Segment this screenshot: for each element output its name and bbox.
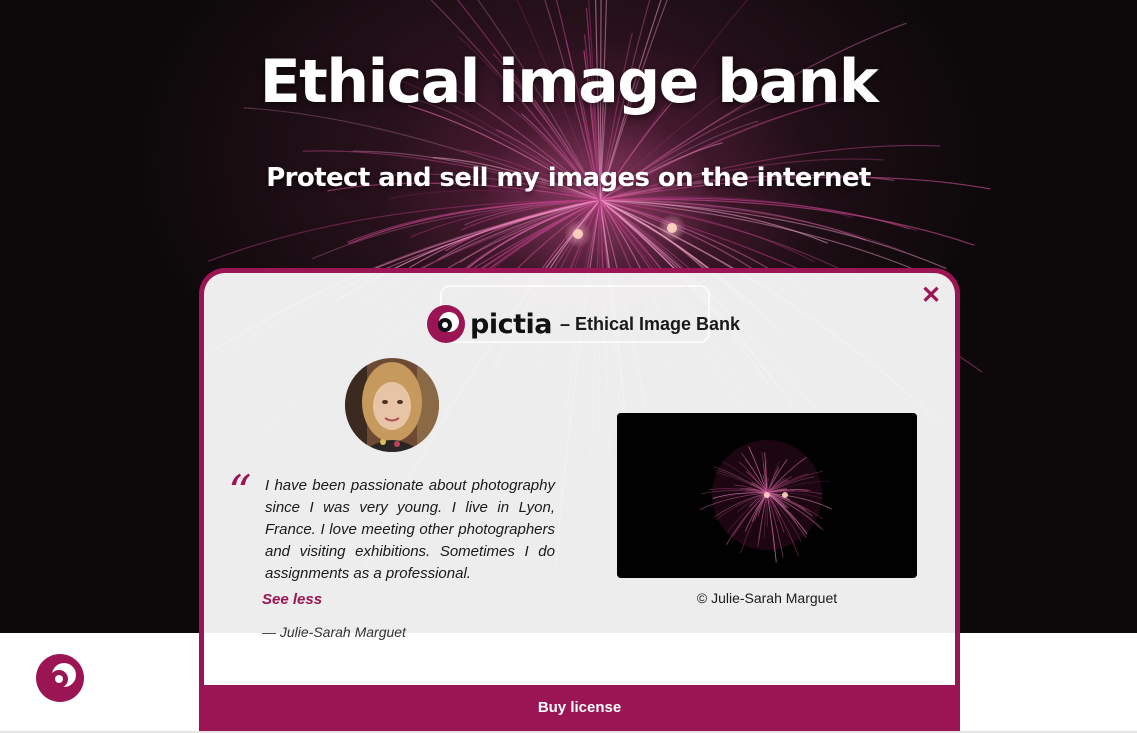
modal-lower-panel: [204, 633, 955, 685]
pictia-logo-icon: [427, 305, 465, 343]
testimonial-modal: ✕ pictia – Ethical Image Bank “ I have b…: [199, 268, 960, 731]
brand-name: pictia: [470, 308, 552, 340]
featured-photo: [617, 413, 917, 578]
brand-header: pictia – Ethical Image Bank: [426, 303, 740, 345]
close-icon[interactable]: ✕: [919, 283, 943, 309]
buy-license-button[interactable]: Buy license: [204, 685, 955, 731]
pictia-logo-icon[interactable]: [35, 653, 85, 703]
testimonial-quote: I have been passionate about photography…: [265, 477, 555, 582]
quote-mark-icon: “: [228, 465, 252, 519]
testimonial-author: — Julie-Sarah Marguet: [262, 624, 406, 640]
hero-title: Ethical image bank: [259, 47, 879, 117]
see-less-link[interactable]: See less: [262, 591, 322, 608]
photographer-avatar: [345, 358, 439, 452]
photo-caption: © Julie-Sarah Marguet: [696, 590, 838, 606]
hero-subtitle: Protect and sell my images on the intern…: [266, 163, 871, 193]
brand-tagline: – Ethical Image Bank: [559, 313, 741, 334]
